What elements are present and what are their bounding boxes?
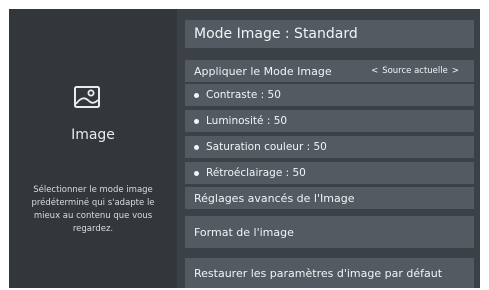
bullet-icon xyxy=(194,118,199,124)
contrast-item[interactable]: Contraste : 50 xyxy=(185,84,474,106)
tv-settings-frame: Image Sélectionner le mode image prédéte… xyxy=(9,9,480,288)
saturation-item[interactable]: Saturation couleur : 50 xyxy=(185,136,474,158)
picture-format-item[interactable]: Format de l'image xyxy=(185,216,474,248)
selector-value: Source actuelle xyxy=(382,66,448,76)
settings-menu: Mode Image : Standard Appliquer le Mode … xyxy=(177,9,480,288)
panel-description: Sélectionner le mode image prédéterminé … xyxy=(31,185,155,234)
advanced-settings-item[interactable]: Réglages avancés de l'Image xyxy=(185,187,474,209)
panel-title: Image xyxy=(71,127,115,143)
selector-right-arrow[interactable]: > xyxy=(452,66,459,76)
brightness-item[interactable]: Luminosité : 50 xyxy=(185,110,474,132)
saturation-label: Saturation couleur : 50 xyxy=(206,141,327,153)
picture-mode-header-label: Mode Image : Standard xyxy=(194,26,358,42)
advanced-settings-label: Réglages avancés de l'Image xyxy=(194,191,355,205)
bullet-icon xyxy=(194,92,199,98)
brightness-label: Luminosité : 50 xyxy=(206,115,288,127)
backlight-label: Rétroéclairage : 50 xyxy=(206,167,306,179)
apply-picture-mode-item[interactable]: Appliquer le Mode Image < Source actuell… xyxy=(185,60,474,82)
selector-left-arrow[interactable]: < xyxy=(371,66,378,76)
picture-format-label: Format de l'image xyxy=(194,225,294,239)
restore-defaults-item[interactable]: Restaurer les paramètres d'image par déf… xyxy=(185,258,474,288)
backlight-item[interactable]: Rétroéclairage : 50 xyxy=(185,162,474,184)
contrast-label: Contraste : 50 xyxy=(206,89,281,101)
image-icon xyxy=(74,86,100,108)
apply-picture-mode-label: Appliquer le Mode Image xyxy=(194,64,332,78)
info-panel: Image Sélectionner le mode image prédéte… xyxy=(9,9,177,288)
picture-mode-header[interactable]: Mode Image : Standard xyxy=(185,20,474,48)
restore-defaults-label: Restaurer les paramètres d'image par déf… xyxy=(194,266,443,280)
bullet-icon xyxy=(194,144,199,150)
bullet-icon xyxy=(194,170,199,176)
source-selector[interactable]: < Source actuelle > xyxy=(369,60,461,82)
